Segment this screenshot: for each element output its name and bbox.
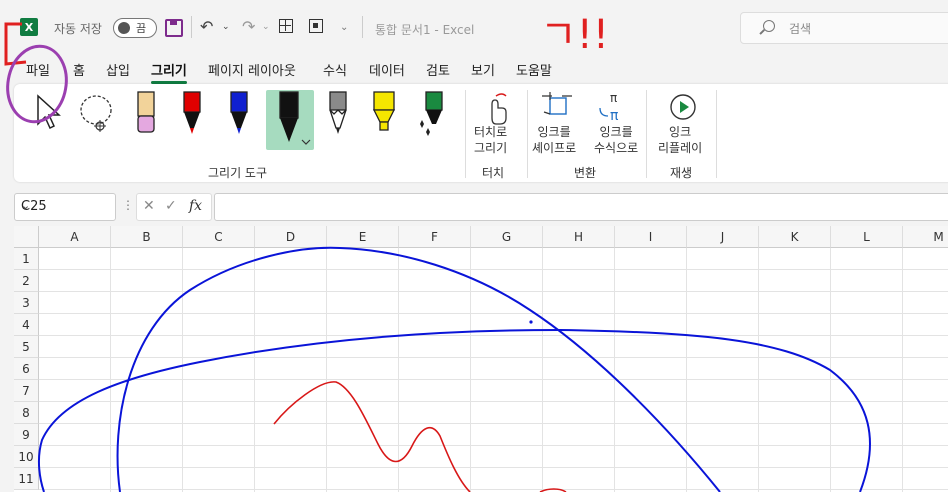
annotation-layer: ㄱ!! (4, 12, 871, 492)
blue-ink-large-loop (116, 246, 721, 492)
blue-ink-dot (529, 320, 533, 324)
top-annotation-text: ㄱ!! (540, 12, 609, 58)
file-tab-circle-annotation (6, 44, 68, 124)
red-ink-squiggle (273, 381, 471, 492)
